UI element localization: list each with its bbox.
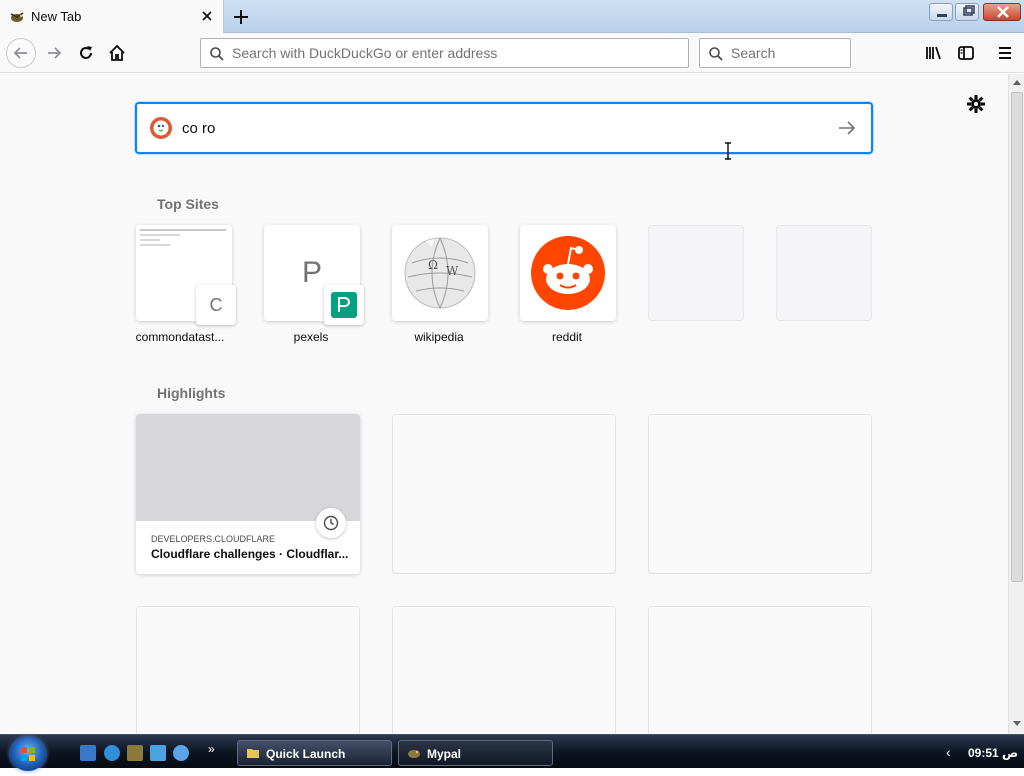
taskbar-button-label: Quick Launch [266, 747, 346, 761]
search-bar[interactable] [699, 38, 851, 68]
top-site-empty-slot [648, 225, 744, 321]
windows-taskbar: » Quick Launch Mypal ‹ ص 09:51 [0, 734, 1024, 771]
window-close-button[interactable] [983, 3, 1021, 21]
mypal-quick-launch-icon[interactable] [127, 745, 143, 761]
reload-button[interactable] [72, 39, 100, 67]
address-input[interactable] [232, 44, 672, 62]
browser-quick-launch-icon[interactable] [173, 745, 189, 761]
highlights-heading: Highlights [157, 385, 226, 401]
tray-expand-chevron-icon[interactable]: ‹ [946, 744, 951, 760]
wikipedia-globe-icon: Ω W [404, 237, 476, 309]
internet-explorer-icon[interactable] [104, 745, 120, 761]
highlight-empty-slot [648, 414, 872, 574]
highlight-title: Cloudflare challenges · Cloudflar... [151, 547, 349, 561]
web-search-input[interactable] [182, 117, 802, 139]
taskbar-quick-launch-button[interactable]: Quick Launch [237, 740, 392, 766]
navigation-toolbar [0, 33, 1024, 73]
address-bar[interactable] [200, 38, 689, 68]
new-tab-page: Top Sites C commondatast... P pexels Ω [0, 74, 1008, 734]
highlight-empty-slot [136, 606, 360, 734]
highlight-host: DEVELOPERS.CLOUDFLARE [151, 534, 276, 544]
top-site-tile-pexels[interactable]: P [264, 225, 364, 325]
start-orb-button[interactable] [10, 737, 46, 771]
taskbar-button-label: Mypal [427, 747, 462, 761]
scroll-up-arrow-icon[interactable] [1012, 78, 1022, 86]
sidebar-icon [958, 46, 974, 60]
windows-logo-icon [21, 747, 35, 761]
back-button[interactable] [6, 38, 36, 68]
taskbar-mypal-button[interactable]: Mypal [398, 740, 553, 766]
vertical-scrollbar[interactable] [1008, 74, 1024, 734]
library-button[interactable] [920, 39, 948, 67]
forward-arrow-icon [48, 47, 62, 59]
highlight-empty-slot [392, 414, 616, 574]
customize-gear-icon[interactable] [966, 94, 986, 114]
search-input[interactable] [731, 44, 841, 62]
quick-launch-overflow-icon[interactable]: » [208, 742, 215, 756]
library-icon [926, 46, 941, 60]
tab-strip: New Tab [0, 0, 1024, 33]
pexels-logo-icon [324, 285, 364, 325]
home-icon [109, 44, 125, 61]
window-minimize-button[interactable] [929, 3, 953, 21]
top-site-label: reddit [551, 330, 583, 344]
site-screenshot-thumbnail [140, 229, 228, 249]
taskbar-clock[interactable]: ص 09:51 [968, 746, 1018, 760]
highlight-card-cloudflare[interactable]: DEVELOPERS.CLOUDFLARE Cloudflare challen… [136, 414, 360, 574]
browser-window: New Tab Search with DuckDuckGo or enter … [0, 0, 1024, 771]
top-site-tile-commondatastorage[interactable]: C [136, 225, 236, 325]
search-go-arrow-icon[interactable] [837, 118, 857, 138]
svg-text:W: W [446, 264, 459, 278]
mypal-app-icon [408, 750, 420, 758]
search-icon [210, 47, 224, 61]
network-icon[interactable] [150, 745, 166, 761]
window-restore-button[interactable] [955, 3, 979, 21]
forward-button[interactable] [40, 39, 68, 67]
home-button[interactable] [103, 39, 131, 67]
mypal-favicon-icon [10, 12, 24, 22]
show-desktop-icon[interactable] [80, 745, 96, 761]
text-cursor-icon [725, 142, 731, 160]
reddit-logo-icon [531, 236, 605, 310]
top-sites-heading: Top Sites [157, 196, 219, 212]
scroll-down-arrow-icon[interactable] [1012, 720, 1022, 728]
sidebar-button[interactable] [952, 39, 980, 67]
folder-icon [247, 749, 259, 758]
menu-button[interactable] [991, 39, 1019, 67]
back-arrow-icon [13, 47, 27, 59]
top-site-empty-slot [776, 225, 872, 321]
top-site-label: wikipedia [414, 330, 464, 344]
tab-close-icon[interactable] [199, 8, 215, 24]
svg-text:Ω: Ω [428, 258, 438, 272]
scrollbar-thumb[interactable] [1011, 92, 1023, 582]
site-letter-badge: C [196, 285, 236, 325]
new-tab-plus-icon[interactable] [230, 6, 252, 28]
reload-icon [80, 46, 92, 59]
search-icon [709, 47, 723, 61]
top-site-tile-reddit[interactable] [520, 225, 616, 321]
top-site-tile-wikipedia[interactable]: Ω W [392, 225, 488, 321]
highlight-preview-image [136, 414, 360, 521]
web-search-box[interactable] [135, 102, 873, 160]
hamburger-menu-icon [999, 47, 1011, 59]
top-site-label: pexels [293, 330, 329, 344]
history-clock-icon [316, 508, 346, 538]
top-site-label: commondatast... [135, 330, 225, 344]
highlight-empty-slot [392, 606, 616, 734]
tab-new-tab[interactable]: New Tab [0, 0, 224, 33]
duckduckgo-logo-icon [150, 117, 172, 139]
highlight-empty-slot [648, 606, 872, 734]
tab-title: New Tab [31, 9, 82, 24]
